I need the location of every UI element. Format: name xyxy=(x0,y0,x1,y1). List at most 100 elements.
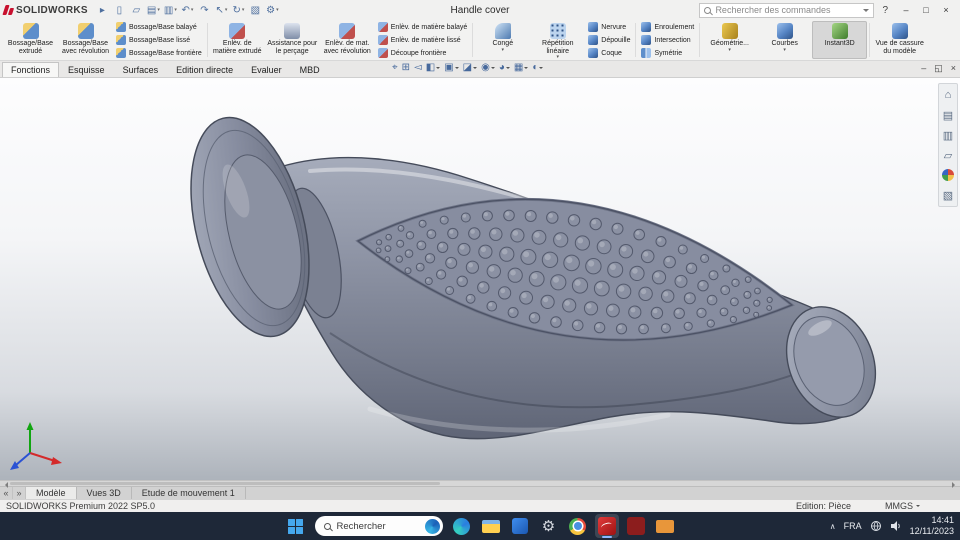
scrollbar-thumb[interactable] xyxy=(10,482,440,485)
tab-surfaces[interactable]: Surfaces xyxy=(114,62,168,77)
language-indicator[interactable]: FRA xyxy=(844,521,862,531)
taskbar-app-outlook[interactable] xyxy=(508,514,532,538)
apply-scene-button[interactable]: ▦ xyxy=(514,63,529,73)
ribbon-button-courbes[interactable]: Courbes ▾ xyxy=(757,21,812,59)
rebuild-icon[interactable]: ↻ ▾ xyxy=(231,3,246,18)
maximize-button[interactable]: □ xyxy=(916,2,936,18)
ribbon-button-d-pouille[interactable]: Dépouille xyxy=(588,34,630,46)
hide-show-items-button[interactable]: ◉ xyxy=(481,63,495,73)
tab-mbd[interactable]: MBD xyxy=(291,62,329,77)
network-icon[interactable] xyxy=(870,520,882,532)
file-properties-icon[interactable]: ▧ xyxy=(248,3,263,18)
dimple xyxy=(498,286,512,300)
ribbon-button-r-p-tition-lin-aire[interactable]: Répétition linéaire ▾ xyxy=(530,21,585,59)
taskbar-app-solidworks-rx[interactable] xyxy=(624,514,648,538)
graphics-area[interactable]: ⌂ ▤ ▥ ▱ ▧ xyxy=(0,78,960,480)
dimple-highlight xyxy=(744,292,748,296)
ribbon-button-bossage-base-extrud[interactable]: Bossage/Base extrudé xyxy=(3,21,58,59)
dimple xyxy=(753,299,761,307)
tab-evaluer[interactable]: Evaluer xyxy=(242,62,291,77)
ribbon-button-d-coupe-fronti-re[interactable]: Découpe frontière xyxy=(377,47,468,59)
scroll-left-icon[interactable] xyxy=(2,482,8,488)
model-tab-etude-de-mouvement-1[interactable]: Etude de mouvement 1 xyxy=(132,487,246,499)
taskbar-app-edge[interactable] xyxy=(450,514,474,538)
taskbar-search-input[interactable]: Rechercher xyxy=(314,516,443,536)
print-icon[interactable]: ▥ ▾ xyxy=(163,3,178,18)
view-settings-button[interactable]: ◐ xyxy=(532,63,544,73)
scroll-right-icon[interactable] xyxy=(952,482,958,488)
minimize-document-button[interactable]: – xyxy=(921,63,926,74)
solidworks-resources-icon[interactable]: ▤ xyxy=(940,107,956,123)
view-orientation-button[interactable]: ▣ xyxy=(444,63,459,73)
design-library-icon[interactable]: ▥ xyxy=(940,127,956,143)
ribbon-button-enl-v-de-mati-re-balay[interactable]: Enlèv. de matière balayé xyxy=(377,21,467,33)
start-button[interactable] xyxy=(284,514,308,538)
taskbar-app-chrome[interactable] xyxy=(566,514,590,538)
display-style-button[interactable]: ◪ xyxy=(463,63,478,73)
ribbon-button-vue-de-cassure-du-mod-le[interactable]: Vue de cassure du modèle xyxy=(872,21,927,59)
options-icon[interactable]: ⚙ ▾ xyxy=(265,3,280,18)
tray-expand-icon[interactable]: ∧ xyxy=(830,522,836,531)
menu-expand-icon[interactable]: ▸ xyxy=(95,3,110,18)
ribbon-button-sym-trie[interactable]: Symétrie xyxy=(641,47,694,59)
taskbar-app-settings[interactable]: ⚙ xyxy=(537,514,561,538)
taskbar-app-solidworks[interactable] xyxy=(594,514,619,538)
chevron-down-icon[interactable] xyxy=(863,8,870,15)
tab-fonctions[interactable]: Fonctions xyxy=(2,62,60,77)
edit-appearance-button[interactable]: ◕ xyxy=(499,63,510,73)
previous-view-button[interactable]: ◅ xyxy=(414,63,422,73)
section-view-button[interactable]: ◧ xyxy=(426,63,441,73)
zoom-fit-button[interactable]: ⌖ xyxy=(392,63,398,73)
select-icon[interactable]: ↖ ▾ xyxy=(214,3,229,18)
model-tab-vues-3d[interactable]: Vues 3D xyxy=(77,487,132,499)
taskbar-app-documents[interactable] xyxy=(653,514,677,538)
shell-icon xyxy=(588,48,599,58)
ribbon-button-assistance-pour-le-per-age[interactable]: Assistance pour le perçage xyxy=(265,21,320,59)
zoom-area-button[interactable]: ⊞ xyxy=(402,63,410,73)
help-button[interactable]: ? xyxy=(877,5,893,16)
ribbon-button-nervure[interactable]: Nervure xyxy=(588,21,630,33)
save-icon[interactable]: ▤ ▾ xyxy=(146,3,161,18)
ribbon-button-cong[interactable]: Congé ▾ xyxy=(475,21,530,59)
custom-properties-icon[interactable]: ▧ xyxy=(940,187,956,203)
dimple-highlight xyxy=(618,285,625,292)
headsup-toolbar: ⌖ ⊞ ◅ ◧ ▣ ◪ ◉ ◕ ▦ ◐ xyxy=(392,63,544,73)
ribbon-button-enl-v-de-mat-avec-r-volution[interactable]: Enlèv. de mat. avec révolution xyxy=(320,21,375,59)
ribbon-button-coque[interactable]: Coque xyxy=(588,47,630,59)
model-handle-cover[interactable] xyxy=(171,105,892,440)
undo-icon[interactable]: ↶ ▾ xyxy=(180,3,195,18)
open-document-icon[interactable]: ▱ xyxy=(129,3,144,18)
minimize-button[interactable]: – xyxy=(896,2,916,18)
redo-icon[interactable]: ↷ xyxy=(197,3,212,18)
tab-esquisse[interactable]: Esquisse xyxy=(59,62,114,77)
ribbon-button-instant3d[interactable]: Instant3D xyxy=(812,21,868,59)
new-document-icon[interactable]: ▯ xyxy=(112,3,127,18)
horizontal-scrollbar[interactable] xyxy=(0,480,960,488)
file-explorer-pane-icon[interactable]: ▱ xyxy=(940,147,956,163)
taskbar-app-file-explorer[interactable] xyxy=(479,514,503,538)
home-icon[interactable]: ⌂ xyxy=(940,87,956,103)
ribbon-button-enl-v-de-mati-re-liss[interactable]: Enlèv. de matière lissé xyxy=(377,34,468,46)
appearances-scenes-icon[interactable] xyxy=(940,167,956,183)
scroll-tabs-left-icon[interactable]: « xyxy=(0,487,13,499)
dimple xyxy=(436,269,447,280)
zoom-fit-icon: ⌖ xyxy=(392,62,398,73)
ribbon-button-intersection[interactable]: Intersection xyxy=(641,34,694,46)
close-document-button[interactable]: × xyxy=(951,63,956,74)
ribbon-button-bossage-base-fronti-re[interactable]: Bossage/Base frontière xyxy=(116,47,202,59)
close-button[interactable]: × xyxy=(936,2,956,18)
restore-document-button[interactable]: ◱ xyxy=(934,63,943,74)
ribbon-button-g-om-trie[interactable]: Géométrie... ▾ xyxy=(702,21,757,59)
viewport-3d[interactable] xyxy=(0,78,960,480)
ribbon-button-enroulement[interactable]: Enroulement xyxy=(641,21,694,33)
ribbon-button-bossage-base-avec-r-volution[interactable]: Bossage/Base avec révolution xyxy=(58,21,113,59)
tab-edition-directe[interactable]: Edition directe xyxy=(167,62,242,77)
model-tab-mod-le[interactable]: Modèle xyxy=(26,487,77,499)
volume-icon[interactable] xyxy=(890,520,902,532)
command-search-input[interactable]: Rechercher des commandes xyxy=(699,2,875,18)
ribbon-button-bossage-base-balay[interactable]: Bossage/Base balayé xyxy=(116,21,202,33)
ribbon-button-bossage-base-liss[interactable]: Bossage/Base lissé xyxy=(116,34,202,46)
ribbon-button-enl-v-de-mati-re-extrud[interactable]: Enlèv. de matière extrudé xyxy=(210,21,265,59)
scroll-tabs-right-icon[interactable]: » xyxy=(13,487,26,499)
clock[interactable]: 14:41 12/11/2023 xyxy=(910,515,954,537)
